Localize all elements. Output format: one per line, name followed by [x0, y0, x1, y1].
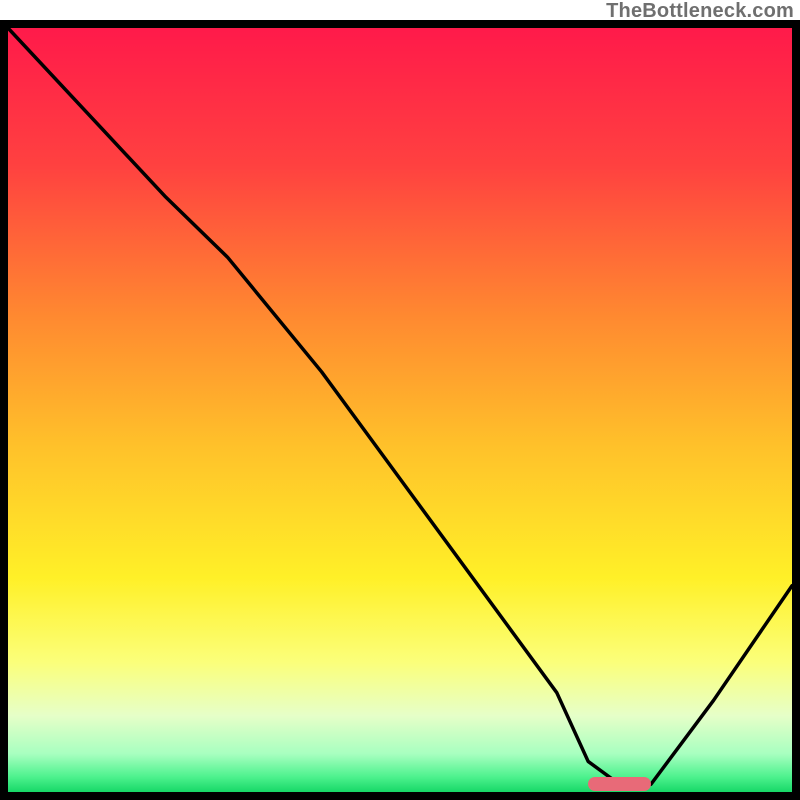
bottleneck-curve-path [8, 28, 792, 784]
optimum-marker [588, 777, 651, 791]
chart-frame [0, 20, 800, 800]
chart-curve [8, 28, 792, 792]
